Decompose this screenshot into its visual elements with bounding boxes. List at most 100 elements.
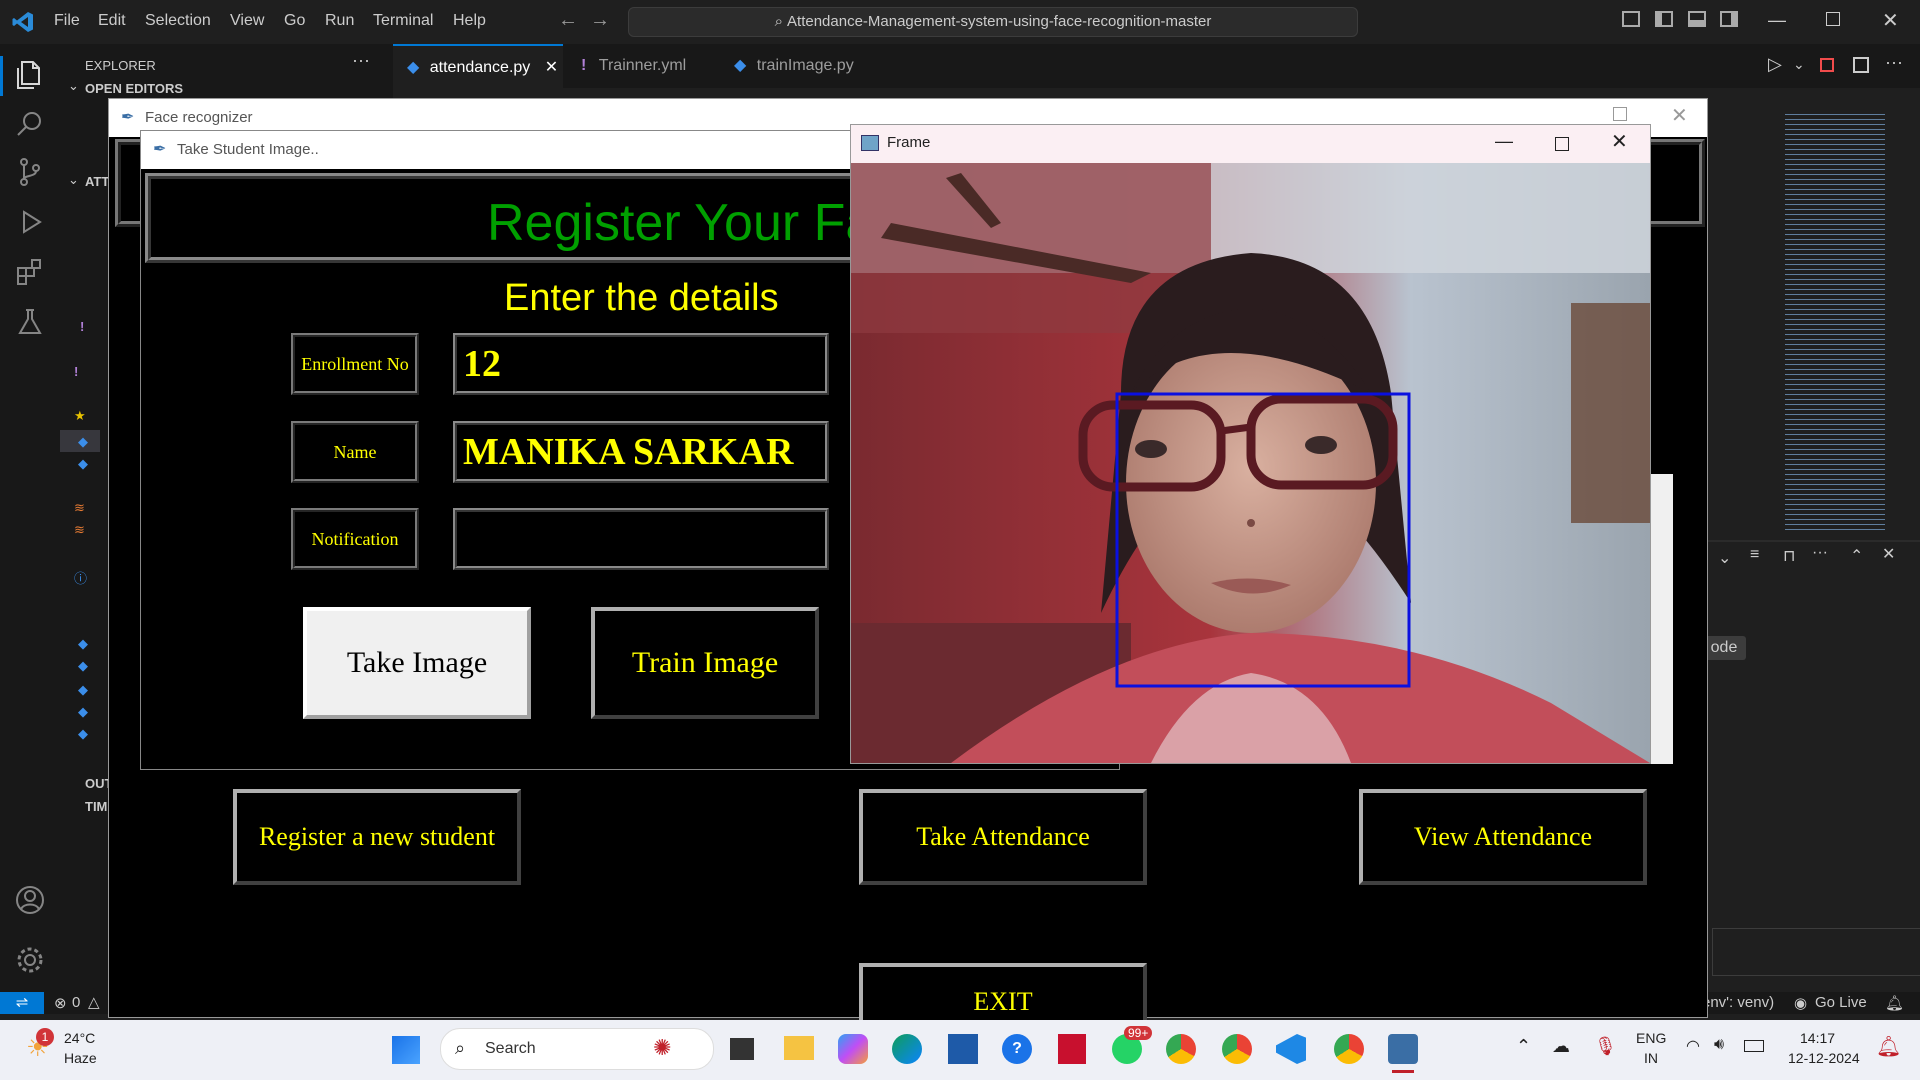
explorer-icon[interactable] [14, 58, 46, 90]
menu-edit[interactable]: Edit [98, 12, 126, 30]
toggle-panel-icon[interactable] [1688, 11, 1706, 27]
view-attendance-button[interactable]: View Attendance [1359, 789, 1647, 885]
enrollment-input[interactable]: 12 [453, 333, 829, 395]
more-actions-icon[interactable]: ··· [1885, 52, 1903, 73]
maximize-panel-icon[interactable]: ⌃ [1850, 546, 1863, 566]
menu-view[interactable]: View [230, 12, 264, 30]
chrome-icon[interactable] [1166, 1034, 1196, 1064]
maximize-icon[interactable] [1555, 137, 1569, 151]
tab-attendance-py[interactable]: ◆ attendance.py ✕ [393, 44, 563, 88]
onedrive-cloud-icon[interactable]: ☁ [1552, 1036, 1570, 1057]
register-new-student-button[interactable]: Register a new student [233, 789, 521, 885]
battery-icon[interactable] [1744, 1040, 1764, 1052]
problems-count[interactable]: 0 [72, 994, 80, 1011]
close-panel-icon[interactable]: ✕ [1882, 544, 1895, 564]
file-explorer-icon[interactable] [784, 1036, 814, 1060]
python-app-icon[interactable] [1388, 1034, 1418, 1064]
minimize-icon[interactable]: — [1495, 131, 1513, 152]
maximize-icon[interactable] [1613, 107, 1627, 121]
chevron-down-icon[interactable]: ⌄ [1718, 548, 1731, 568]
taskbar-search-box[interactable]: ⌕ Search ✺ [440, 1028, 714, 1070]
python-env[interactable]: env': venv) [1702, 994, 1774, 1011]
camera-frame-window: Frame — ✕ [850, 124, 1651, 764]
tab-trainner-yml[interactable]: ! Trainner.yml [573, 44, 713, 88]
poinsettia-icon: ✺ [653, 1035, 672, 1060]
train-image-button[interactable]: Train Image [591, 607, 819, 719]
command-center-search[interactable]: ⌕ Attendance-Management-system-using-face… [628, 7, 1358, 37]
more-actions-icon[interactable]: ··· [352, 50, 370, 71]
menu-file[interactable]: File [54, 12, 80, 30]
minimize-icon[interactable]: — [1768, 10, 1786, 31]
forward-arrow-icon[interactable]: → [590, 9, 610, 32]
word-wrap-icon[interactable]: ≡ [1750, 546, 1759, 564]
settings-gear-icon[interactable] [14, 944, 46, 976]
chevron-up-icon[interactable]: ⌃ [1516, 1036, 1531, 1057]
frame-titlebar: Frame — ✕ [851, 125, 1650, 163]
wifi-icon[interactable]: ◠ [1686, 1036, 1700, 1056]
windows-taskbar: ☀ 1 24°C Haze ⌕ Search ✺ ? 99+ ⌃ ☁ 🎙︎ EN… [0, 1020, 1920, 1080]
menu-terminal[interactable]: Terminal [373, 12, 433, 30]
timeline-header[interactable]: TIM [85, 799, 107, 814]
toggle-sidebar-icon[interactable] [1655, 11, 1673, 27]
help-icon[interactable]: ? [1002, 1034, 1032, 1064]
clock-date[interactable]: 12-12-2024 [1788, 1050, 1860, 1066]
broadcast-icon: ◉ [1794, 995, 1808, 1012]
clock-time[interactable]: 14:17 [1800, 1030, 1835, 1046]
source-control-icon[interactable] [14, 156, 46, 188]
restore-icon[interactable] [1826, 12, 1840, 26]
notification-bell-icon[interactable]: 🔔︎ [1885, 994, 1904, 1012]
language-indicator[interactable]: ENG [1636, 1030, 1666, 1046]
vscode-titlebar: File Edit Selection View Go Run Terminal… [0, 0, 1920, 44]
menu-selection[interactable]: Selection [145, 12, 211, 30]
task-view-icon[interactable] [730, 1038, 754, 1060]
exit-button[interactable]: EXIT [859, 963, 1147, 1023]
more-actions-icon[interactable]: ··· [1812, 544, 1828, 562]
menu-go[interactable]: Go [284, 12, 305, 30]
take-attendance-button[interactable]: Take Attendance [859, 789, 1147, 885]
remote-indicator-icon[interactable]: ⇌ [0, 992, 44, 1014]
vscode-taskbar-icon[interactable] [1276, 1034, 1306, 1064]
microphone-icon[interactable]: 🎙︎ [1594, 1036, 1617, 1057]
take-image-button[interactable]: Take Image [303, 607, 531, 719]
stop-icon[interactable] [1820, 58, 1834, 72]
menu-help[interactable]: Help [453, 12, 486, 30]
accounts-icon[interactable] [14, 884, 46, 916]
search-sidebar-icon[interactable] [14, 108, 46, 140]
microsoft-store-icon[interactable] [948, 1034, 978, 1064]
edge-browser-icon[interactable] [892, 1034, 922, 1064]
window-title: Frame [887, 134, 931, 151]
testing-flask-icon[interactable] [14, 306, 46, 338]
python-file-icon: ◆ [78, 456, 88, 471]
chrome-profile-icon[interactable] [1334, 1034, 1364, 1064]
close-icon[interactable]: ✕ [1671, 103, 1688, 128]
back-arrow-icon[interactable]: ← [558, 9, 578, 32]
start-menu-icon[interactable] [392, 1036, 420, 1064]
split-editor-icon[interactable] [1853, 57, 1869, 73]
run-debug-icon[interactable] [14, 206, 46, 238]
chevron-down-icon[interactable]: ⌄ [1793, 56, 1805, 73]
chevron-down-icon[interactable]: ⌄ [68, 172, 79, 188]
notification-bell-icon[interactable]: 🔔︎ [1876, 1034, 1901, 1059]
volume-icon[interactable]: 🔊︎ [1714, 1036, 1724, 1054]
error-icon[interactable]: ⊗ [54, 994, 67, 1012]
lock-icon[interactable]: ⊓ [1783, 546, 1795, 566]
panel-input-box[interactable] [1712, 928, 1920, 976]
extensions-icon[interactable] [14, 256, 46, 288]
layout-customize-icon[interactable] [1622, 11, 1640, 27]
tab-trainimage-py[interactable]: ◆ trainImage.py [726, 44, 876, 88]
workspace-folder-header[interactable]: ATT [85, 174, 109, 189]
chevron-down-icon[interactable]: ⌄ [68, 78, 79, 94]
mcafee-icon[interactable] [1058, 1034, 1086, 1064]
close-icon[interactable]: ✕ [1882, 8, 1899, 33]
close-tab-icon[interactable]: ✕ [545, 59, 558, 76]
toggle-secondary-sidebar-icon[interactable] [1720, 11, 1738, 27]
run-python-icon[interactable]: ▷ [1768, 54, 1782, 75]
copilot-icon[interactable] [838, 1034, 868, 1064]
region-indicator[interactable]: IN [1644, 1050, 1658, 1066]
menu-run[interactable]: Run [325, 12, 354, 30]
go-live-button[interactable]: Go Live [1815, 994, 1867, 1011]
chrome-profile-icon[interactable] [1222, 1034, 1252, 1064]
open-editors-header[interactable]: OPEN EDITORS [85, 81, 183, 96]
close-icon[interactable]: ✕ [1611, 129, 1628, 154]
name-input[interactable]: MANIKA SARKAR [453, 421, 829, 483]
